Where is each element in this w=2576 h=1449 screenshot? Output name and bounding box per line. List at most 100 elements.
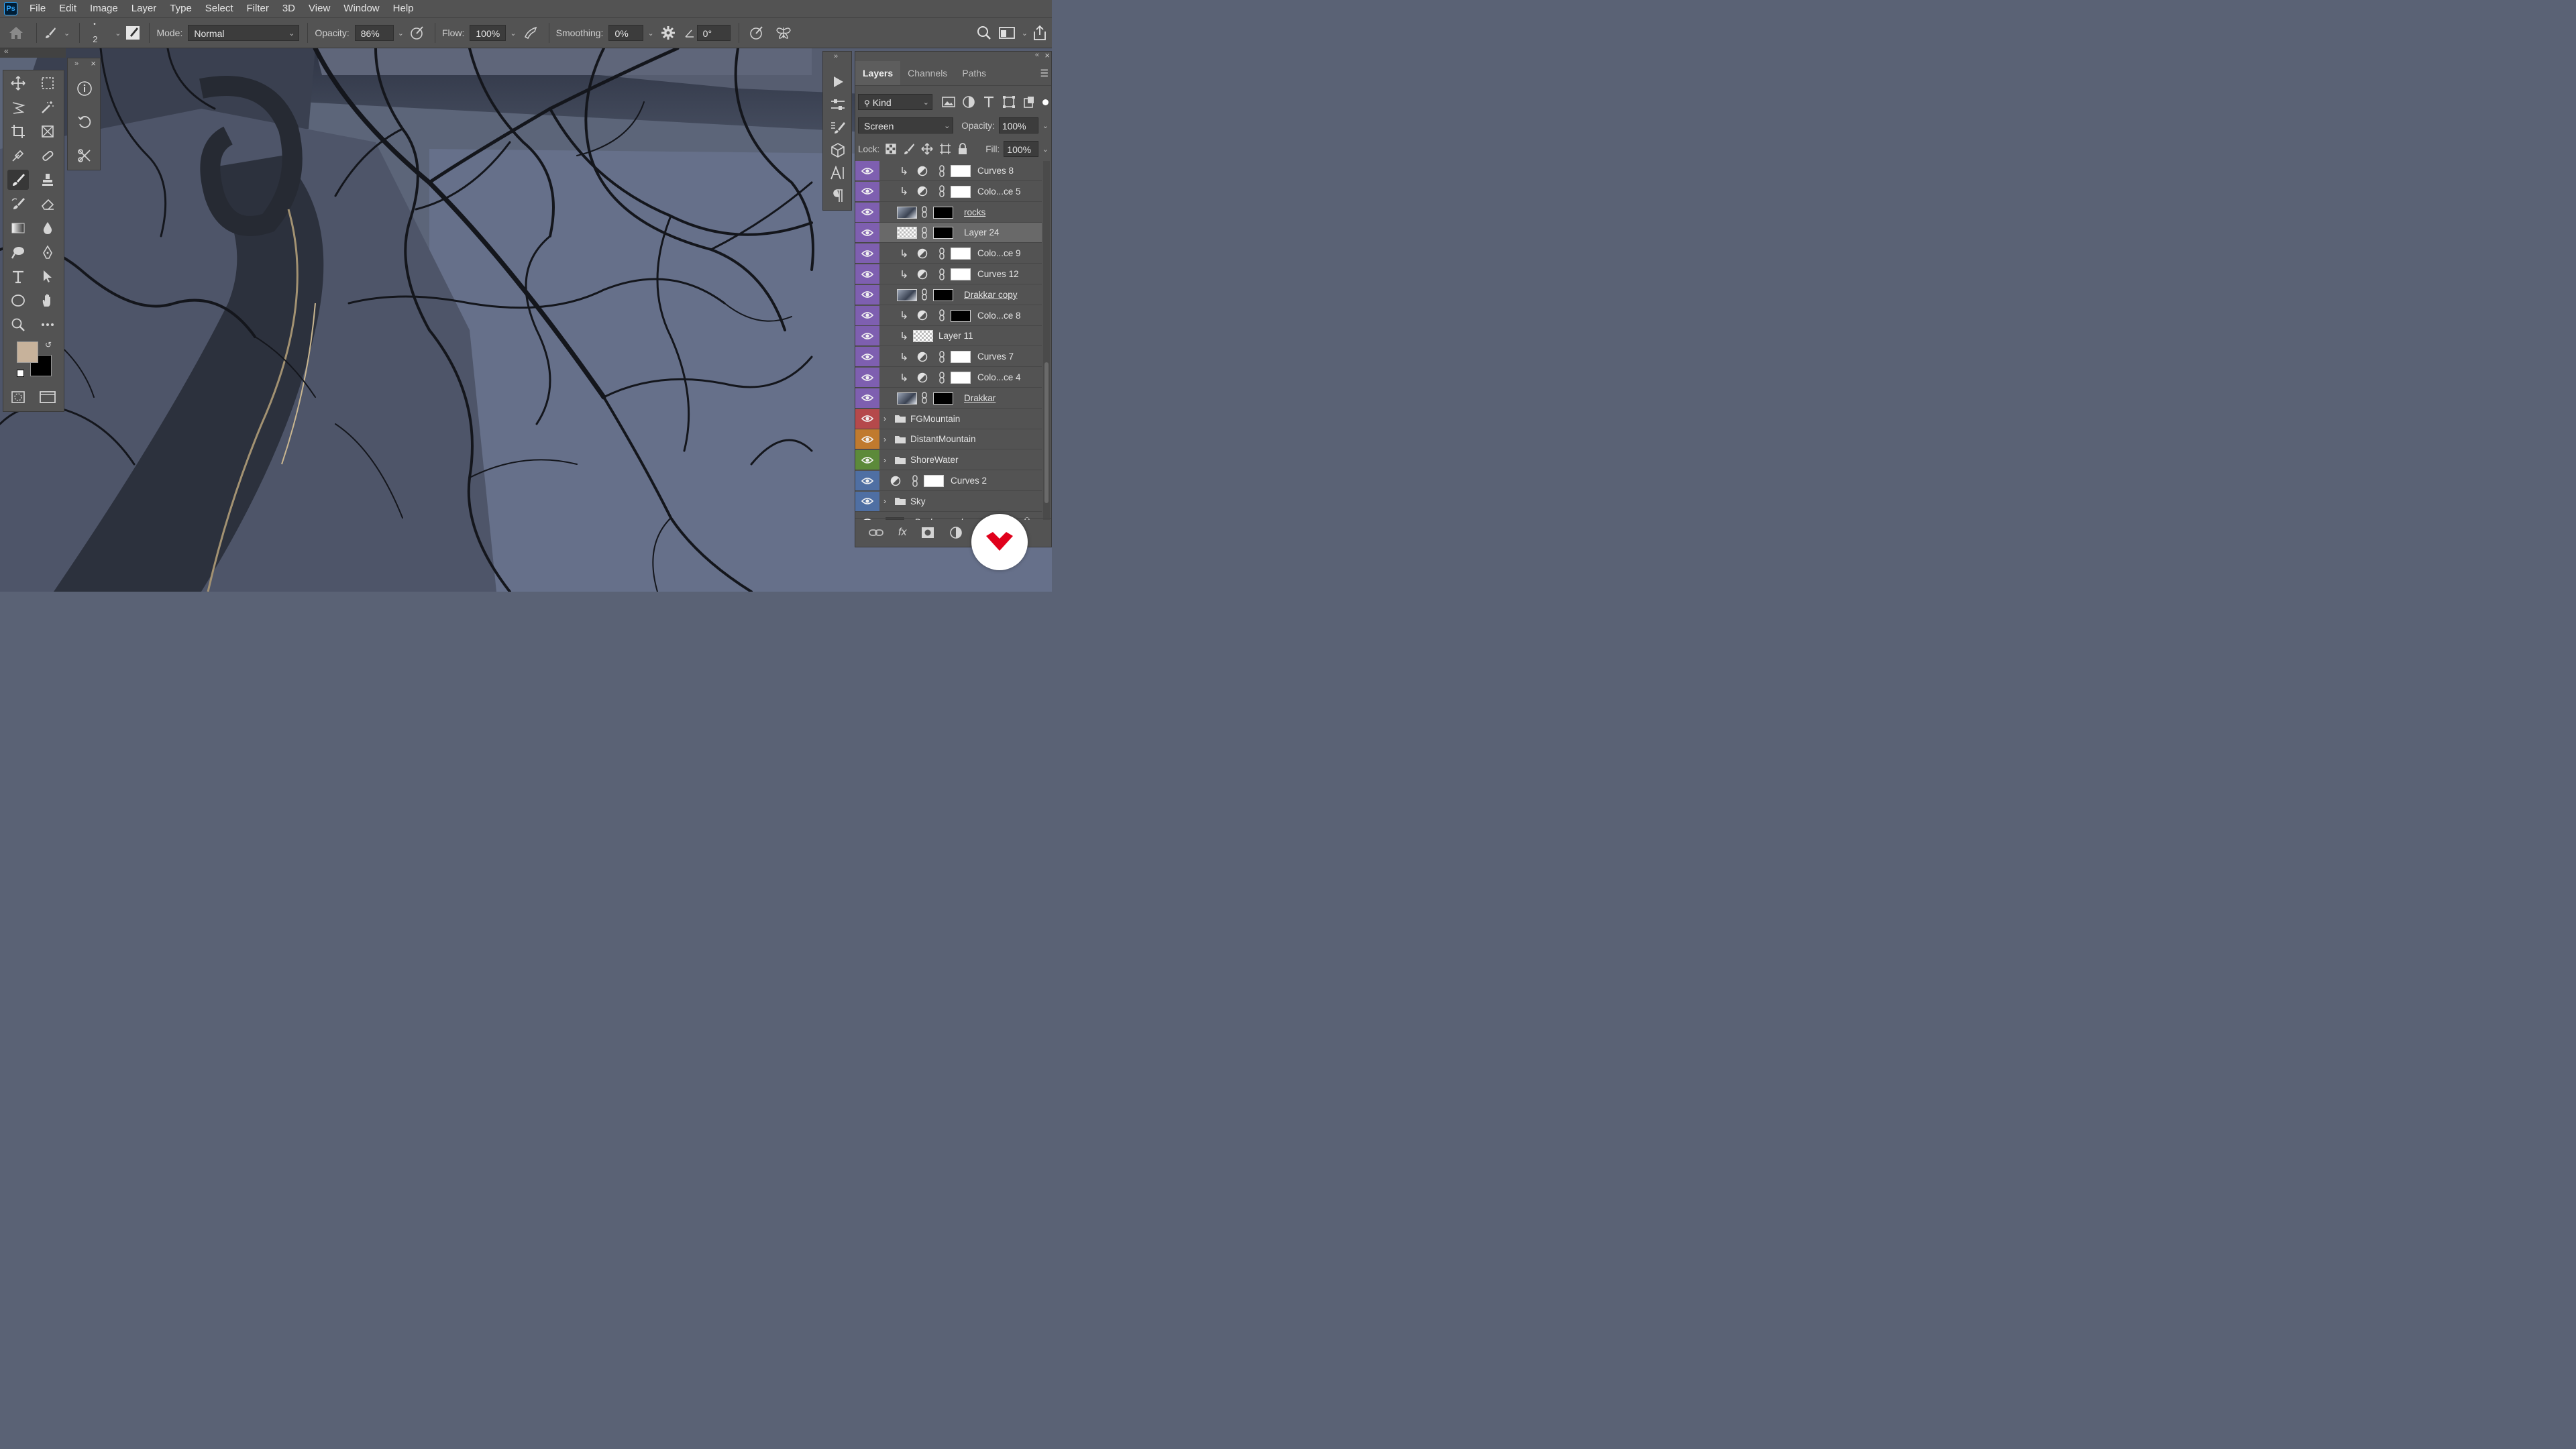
menu-image[interactable]: Image — [83, 0, 125, 17]
layer-row[interactable]: › DistantMountain — [855, 429, 1042, 450]
history-icon[interactable] — [74, 112, 95, 132]
mask-thumbnail[interactable] — [924, 475, 944, 487]
visibility-eye-icon[interactable] — [855, 347, 879, 367]
link-icon[interactable] — [938, 161, 945, 180]
swap-colors-icon[interactable]: ↺ — [45, 340, 52, 350]
more-tools-icon[interactable] — [37, 315, 58, 335]
layer-row[interactable]: Drakkar — [855, 388, 1042, 409]
mask-thumbnail[interactable] — [951, 165, 971, 177]
layer-row[interactable]: Colo...ce 9 — [855, 244, 1042, 264]
frame-tool-icon[interactable] — [37, 121, 58, 142]
filter-adjustment-icon[interactable] — [962, 95, 975, 109]
adjustment-icon[interactable] — [949, 526, 963, 539]
layer-thumbnail[interactable] — [913, 330, 933, 343]
pressure-size-icon[interactable] — [743, 25, 770, 41]
layer-thumbnail[interactable] — [897, 227, 917, 239]
link-icon[interactable] — [938, 368, 945, 387]
smoothing-field[interactable]: 0% — [608, 25, 644, 41]
lock-transparency-icon[interactable] — [885, 143, 897, 155]
menu-help[interactable]: Help — [386, 0, 421, 17]
brush-preset-icon[interactable] — [41, 26, 60, 40]
visibility-eye-icon[interactable] — [855, 491, 879, 511]
visibility-eye-icon[interactable] — [855, 284, 879, 305]
filter-kind-select[interactable]: ⚲ Kind ⌄ — [858, 94, 932, 110]
menu-window[interactable]: Window — [337, 0, 386, 17]
angle-field[interactable]: 0° — [696, 25, 731, 41]
magic-wand-icon[interactable] — [37, 97, 58, 117]
expand-arrow-icon[interactable]: › — [883, 450, 886, 470]
foreground-color-swatch[interactable] — [17, 341, 38, 363]
close-icon[interactable]: × — [1044, 50, 1050, 60]
visibility-eye-icon[interactable] — [855, 305, 879, 325]
collapse-icon[interactable]: « — [4, 46, 9, 56]
blur-tool-icon[interactable] — [37, 218, 58, 238]
workspace-icon[interactable] — [996, 26, 1018, 40]
dodge-tool-icon[interactable] — [7, 242, 29, 262]
link-icon[interactable] — [938, 264, 945, 284]
lock-position-icon[interactable] — [921, 143, 933, 155]
paragraph-icon[interactable] — [827, 186, 849, 206]
adjustments-icon[interactable] — [827, 95, 849, 115]
layer-row[interactable]: › FGMountain — [855, 409, 1042, 429]
layer-row[interactable]: Colo...ce 5 — [855, 181, 1042, 202]
history-brush-icon[interactable] — [7, 194, 29, 214]
pen-tool-icon[interactable] — [37, 242, 58, 262]
gradient-tool-icon[interactable] — [7, 218, 29, 238]
search-icon[interactable] — [972, 25, 996, 40]
crop-tool-icon[interactable] — [7, 121, 29, 142]
mode-select[interactable]: Normal ⌄ — [188, 25, 300, 41]
3d-icon[interactable] — [827, 140, 849, 160]
link-icon[interactable] — [921, 203, 928, 222]
link-icon[interactable] — [938, 244, 945, 263]
link-icon[interactable] — [938, 306, 945, 325]
fill-field[interactable]: 100% — [1004, 141, 1038, 157]
layer-thumbnail[interactable] — [897, 392, 917, 405]
visibility-eye-icon[interactable] — [855, 202, 879, 222]
chevron-down-icon[interactable]: ⌄ — [64, 29, 70, 38]
type-tool-icon[interactable] — [7, 266, 29, 286]
chevron-down-icon[interactable]: ⌄ — [1042, 145, 1049, 154]
menu-type[interactable]: Type — [163, 0, 199, 17]
mask-thumbnail[interactable] — [951, 372, 971, 384]
symmetry-icon[interactable] — [770, 25, 797, 41]
layer-thumbnail[interactable] — [897, 288, 917, 301]
link-icon[interactable] — [938, 347, 945, 366]
visibility-eye-icon[interactable] — [855, 429, 879, 449]
layer-row[interactable]: › Sky — [855, 491, 1042, 512]
menu-filter[interactable]: Filter — [240, 0, 276, 17]
scrollbar-thumb[interactable] — [1044, 362, 1049, 503]
visibility-eye-icon[interactable] — [855, 471, 879, 490]
play-actions-icon[interactable] — [827, 72, 849, 92]
visibility-eye-icon[interactable] — [855, 244, 879, 264]
menu-select[interactable]: Select — [199, 0, 240, 17]
link-icon[interactable] — [912, 471, 918, 490]
visibility-eye-icon[interactable] — [855, 223, 879, 243]
mask-icon[interactable] — [921, 527, 934, 539]
layer-row[interactable]: › ShoreWater — [855, 450, 1042, 471]
brush-settings-icon[interactable] — [121, 25, 145, 41]
character-icon[interactable] — [827, 163, 849, 183]
visibility-eye-icon[interactable] — [855, 388, 879, 408]
mask-thumbnail[interactable] — [951, 268, 971, 280]
layer-row[interactable]: Curves 12 — [855, 264, 1042, 284]
ellipse-tool-icon[interactable] — [7, 290, 29, 311]
quick-mask-icon[interactable] — [7, 387, 29, 407]
visibility-eye-icon[interactable] — [855, 409, 879, 429]
airbrush-icon[interactable] — [517, 25, 545, 41]
mask-thumbnail[interactable] — [951, 248, 971, 260]
lasso-tool-icon[interactable] — [7, 97, 29, 117]
layer-opacity-field[interactable]: 100% — [998, 117, 1038, 133]
tab-layers[interactable]: Layers — [855, 61, 901, 85]
expand-arrow-icon[interactable]: › — [883, 409, 886, 429]
brush-size-picker[interactable]: • 2 — [84, 19, 111, 46]
visibility-eye-icon[interactable] — [855, 181, 879, 201]
hand-tool-icon[interactable] — [37, 290, 58, 311]
expand-icon[interactable]: » — [74, 60, 78, 68]
collapse-icon[interactable]: « — [1035, 51, 1039, 59]
layer-row[interactable]: Curves 2 — [855, 471, 1042, 491]
tab-paths[interactable]: Paths — [955, 61, 994, 85]
fx-icon[interactable]: fx — [898, 527, 906, 539]
mask-thumbnail[interactable] — [933, 227, 953, 239]
filter-smart-object-icon[interactable] — [1022, 95, 1036, 109]
expand-icon[interactable]: » — [834, 52, 838, 60]
